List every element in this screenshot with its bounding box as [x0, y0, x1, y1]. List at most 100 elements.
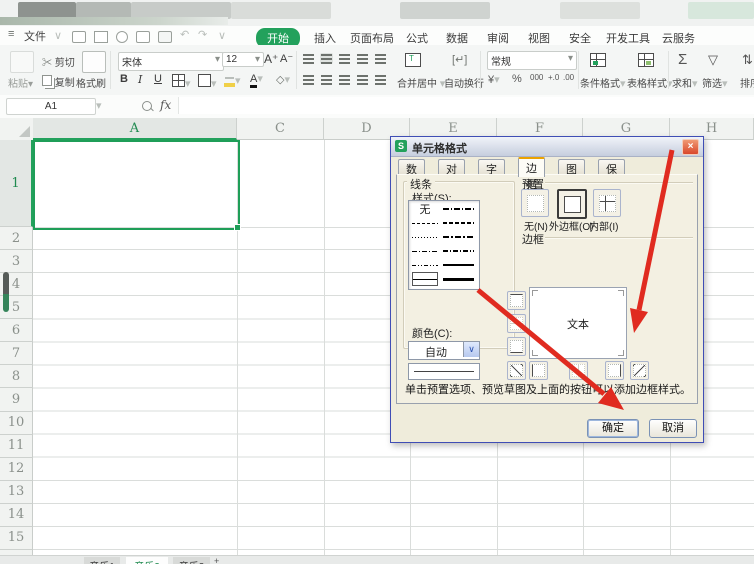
column-header-A[interactable]: A [33, 118, 237, 140]
file-menu[interactable]: 文件 [24, 28, 46, 44]
more-commands-icon[interactable]: ∨ [218, 29, 226, 42]
percent-icon[interactable]: % [512, 73, 522, 85]
align-bottom-icon[interactable] [338, 53, 351, 67]
line-style-sparse-dash-dot[interactable] [443, 202, 474, 216]
sort-icon[interactable]: ⇅ [742, 52, 753, 68]
undo-icon[interactable]: ↶ [180, 28, 189, 41]
close-icon[interactable]: × [682, 139, 699, 155]
sheet-tab-音乐1[interactable]: 音乐1 [84, 557, 120, 564]
print-preview-icon[interactable] [158, 31, 172, 43]
line-style-dash-dot-dot[interactable] [412, 258, 438, 272]
dialog-tab-字体[interactable]: 字体 [478, 159, 505, 175]
table-style-button[interactable]: 表格样式▾ [627, 75, 673, 90]
dialog-tab-保护[interactable]: 保护 [598, 159, 625, 175]
currency-icon[interactable]: ¥▾ [488, 73, 500, 86]
font-size-select[interactable]: 12▾ [222, 52, 264, 67]
table-style-icon[interactable] [638, 53, 654, 70]
line-style-dotted[interactable] [412, 230, 438, 244]
fill-color-icon[interactable]: ▾ [224, 74, 241, 87]
row-header-14[interactable]: 14 [0, 504, 33, 527]
print-icon[interactable] [136, 31, 150, 43]
line-style-thick[interactable] [443, 272, 474, 286]
underline-button[interactable]: U [154, 73, 162, 85]
preset-inside-button[interactable] [593, 189, 621, 217]
line-style-med-dash-dot-dot[interactable] [443, 244, 474, 258]
dialog-tab-边框[interactable]: 边框 [518, 157, 545, 177]
row-header-10[interactable]: 10 [0, 412, 33, 435]
line-style-hair-dash[interactable] [412, 216, 438, 230]
wrap-text-button[interactable]: 自动换行 [444, 75, 484, 90]
row-header-3[interactable]: 3 [0, 250, 33, 273]
dialog-tab-数字[interactable]: 数字 [398, 159, 425, 175]
line-color-select[interactable]: 自动 ∨ [408, 341, 480, 360]
line-style-listbox[interactable]: 无 [408, 200, 480, 290]
distributed-icon[interactable] [374, 74, 387, 88]
justify-icon[interactable] [356, 74, 369, 88]
clear-format-icon[interactable]: ◇▾ [276, 73, 290, 86]
row-header-1[interactable]: 1 [0, 140, 33, 227]
row-header-2[interactable]: 2 [0, 227, 33, 250]
row-header-8[interactable]: 8 [0, 365, 33, 388]
dialog-title-bar[interactable]: S 单元格格式 × [391, 137, 703, 157]
cut-button[interactable]: ✂ 剪切 [42, 54, 75, 69]
select-all-corner[interactable] [0, 118, 34, 141]
align-center-icon[interactable] [320, 74, 333, 88]
border-top-button[interactable] [507, 291, 526, 310]
file-caret-icon[interactable]: ∨ [54, 29, 62, 42]
align-left-icon[interactable] [302, 74, 315, 88]
output-icon[interactable] [116, 31, 128, 43]
increase-font-icon[interactable]: A⁺ [264, 52, 278, 66]
align-middle-icon[interactable] [320, 53, 333, 67]
draw-border-icon[interactable]: ▾ [198, 74, 217, 90]
decrease-decimal-icon[interactable]: .00 [563, 73, 574, 82]
row-header-11[interactable]: 11 [0, 435, 33, 458]
border-right-button[interactable] [605, 361, 624, 380]
border-diag-up-button[interactable] [507, 361, 526, 380]
line-style-none[interactable]: 无 [412, 202, 438, 216]
line-style-dash-dot[interactable] [412, 244, 438, 258]
row-header-7[interactable]: 7 [0, 342, 33, 365]
save-icon[interactable] [94, 31, 108, 43]
line-style-thin[interactable] [412, 272, 438, 286]
line-style-med-dash-dot[interactable] [443, 230, 474, 244]
preset-none-button[interactable] [521, 189, 549, 217]
name-box-dropdown-icon[interactable]: ▾ [96, 99, 102, 112]
line-style-fine-dash[interactable] [443, 216, 474, 230]
line-style-medium[interactable] [443, 258, 474, 272]
conditional-format-button[interactable]: 条件格式▾ [580, 75, 626, 90]
row-header-6[interactable]: 6 [0, 319, 33, 342]
sum-button[interactable]: 求和▾ [672, 75, 698, 90]
decrease-font-icon[interactable]: A⁻ [280, 52, 293, 65]
italic-button[interactable]: I [138, 73, 142, 86]
paste-button[interactable]: 粘贴▾ [8, 75, 33, 90]
sheet-tab-音乐2[interactable]: 音乐2 [126, 557, 168, 564]
filter-icon[interactable]: ▽ [708, 52, 718, 68]
dialog-tab-图案[interactable]: 图案 [558, 159, 585, 175]
format-painter-icon[interactable] [82, 51, 106, 73]
copy-button[interactable]: 复制 [42, 74, 75, 89]
font-name-select[interactable]: 宋体▾ [118, 52, 224, 71]
border-left-button[interactable] [529, 361, 548, 380]
border-grid-icon[interactable]: ▾ [172, 74, 191, 90]
increase-decimal-icon[interactable]: +.0 [548, 73, 559, 82]
cancel-button[interactable]: 取消 [649, 419, 697, 438]
border-diag-down-button[interactable] [630, 361, 649, 380]
row-header-9[interactable]: 9 [0, 388, 33, 411]
row-header-15[interactable]: 15 [0, 527, 33, 550]
add-sheet-button[interactable]: + [214, 556, 219, 564]
search-icon[interactable] [142, 101, 152, 111]
scroll-indicator[interactable] [3, 272, 9, 312]
merge-center-button[interactable]: 合并居中 ▾ [397, 75, 445, 90]
column-header-C[interactable]: C [237, 118, 324, 140]
hamburger-icon[interactable]: ≡ [8, 28, 14, 40]
formula-input[interactable] [178, 97, 754, 114]
align-top-icon[interactable] [302, 53, 315, 67]
filter-button[interactable]: 筛选▾ [702, 75, 728, 90]
decrease-indent-icon[interactable] [356, 53, 369, 67]
fx-icon[interactable]: fx [160, 98, 171, 112]
wrap-text-icon[interactable]: [↵] [452, 53, 467, 66]
open-icon[interactable] [72, 31, 86, 43]
format-painter-button[interactable]: 格式刷 [76, 75, 106, 90]
font-color-icon[interactable]: A▾ [250, 72, 263, 85]
sheet-tab-音乐3[interactable]: 音乐3 [173, 557, 210, 564]
